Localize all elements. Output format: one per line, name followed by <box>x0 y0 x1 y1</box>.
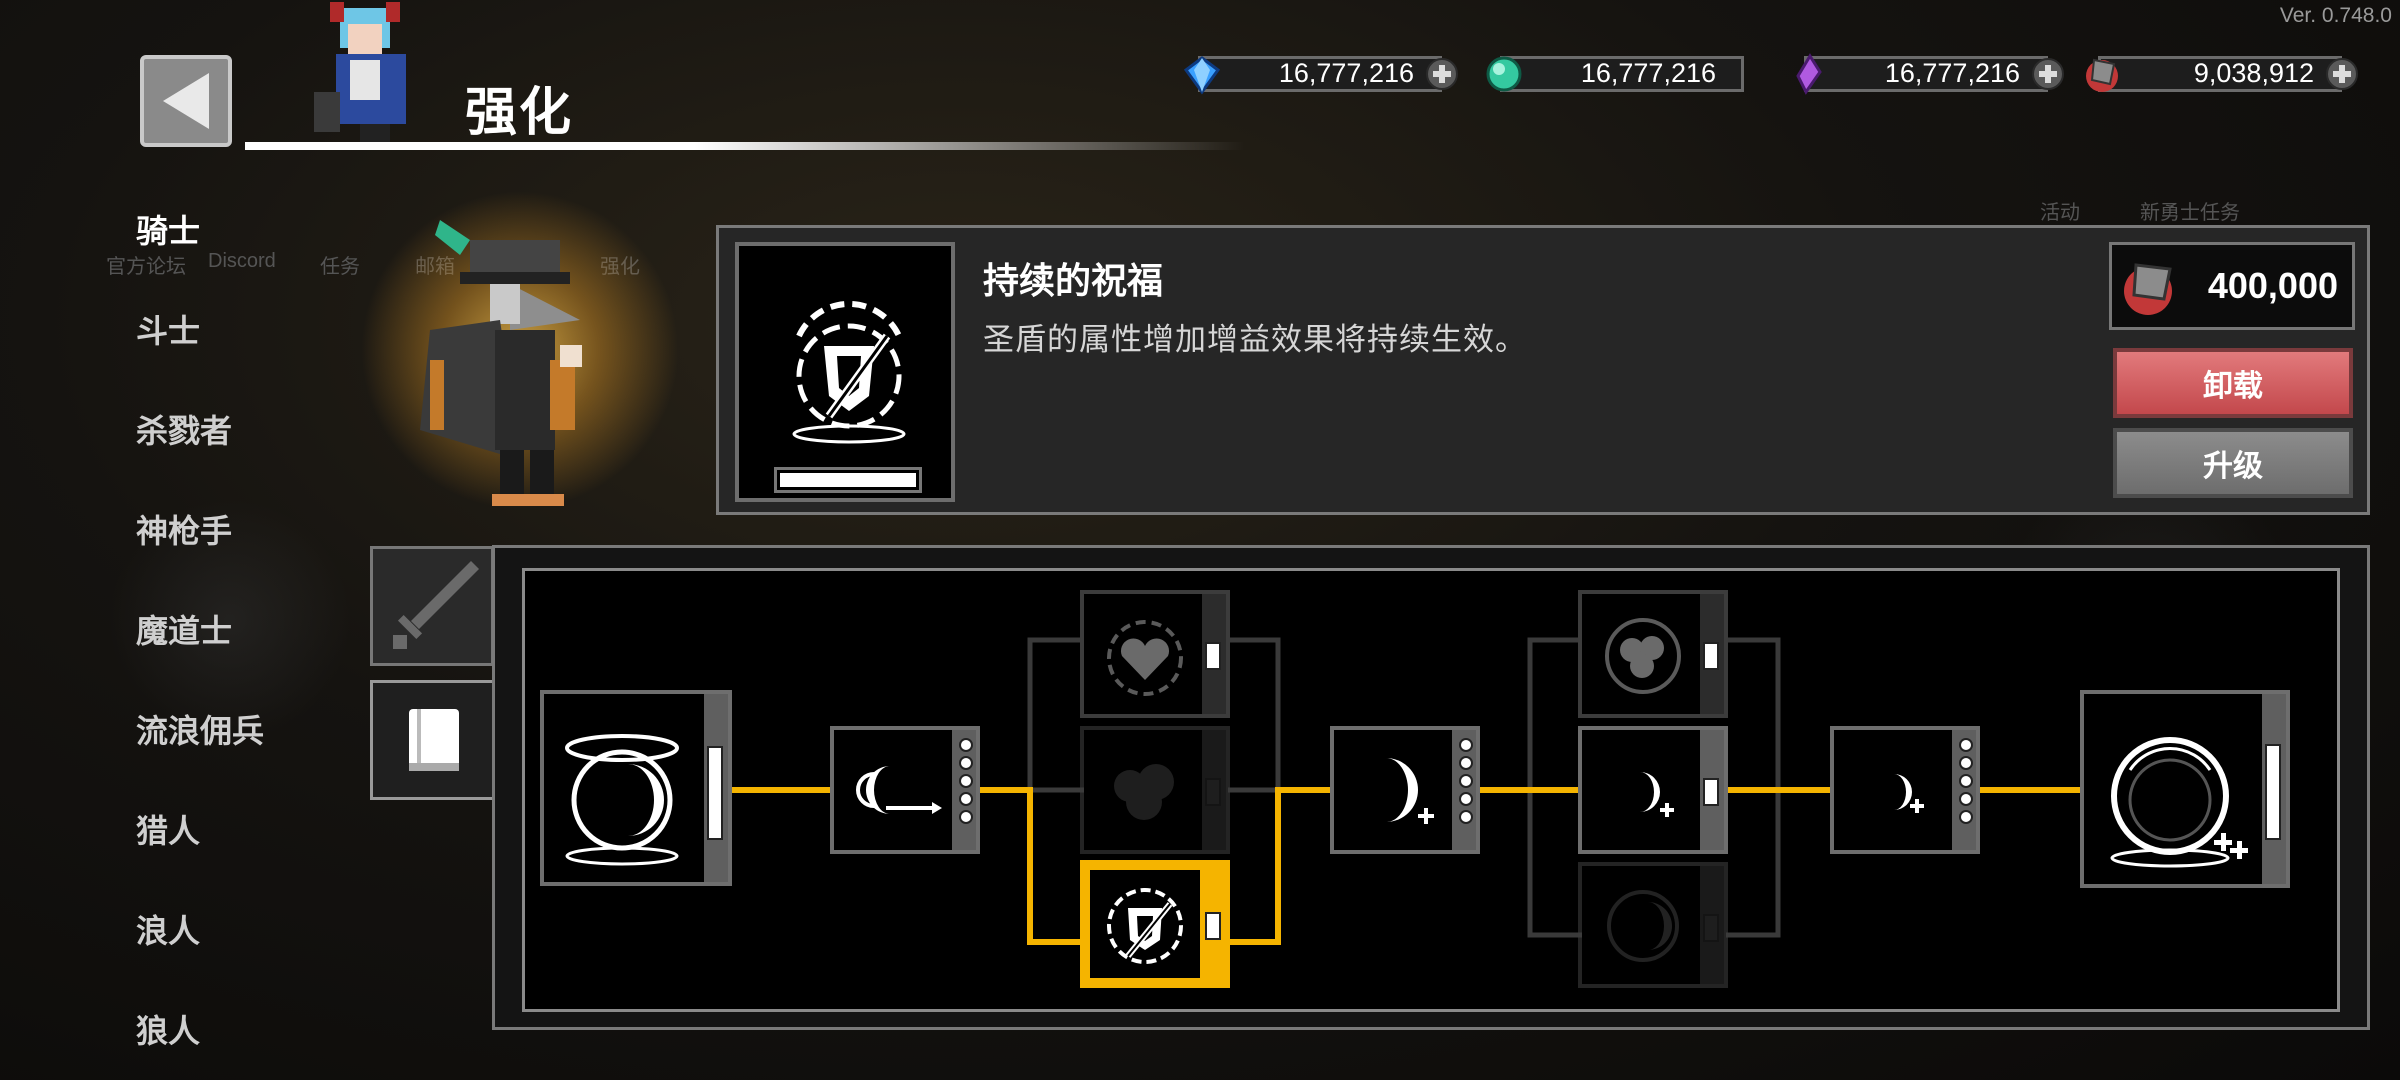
moon-orb-icon <box>565 734 679 866</box>
skill-node-moon-plus-tiny[interactable] <box>1830 726 1980 854</box>
skill-node-heart-shield[interactable] <box>1080 590 1230 718</box>
skill-node-orb-plus-plus[interactable] <box>2080 690 2290 888</box>
cloud-shield-icon <box>1114 764 1174 820</box>
moon-plus-small-icon <box>1640 772 1674 817</box>
shield-cluster-icon <box>1605 618 1681 694</box>
moon-plus-icon <box>1386 758 1434 824</box>
skill-node-moon-orb[interactable] <box>540 690 732 886</box>
skill-node-crescent-arrow[interactable] <box>830 726 980 854</box>
skill-node-moon-plus-small[interactable] <box>1578 726 1728 854</box>
crescent-arrow-icon <box>856 766 942 814</box>
skill-node-cloud-shield[interactable] <box>1080 726 1230 854</box>
skill-node-shield-cluster[interactable] <box>1578 590 1728 718</box>
shield-gloom-icon <box>1607 890 1679 962</box>
moon-plus-tiny-icon <box>1894 774 1924 813</box>
heart-shield-icon <box>1107 620 1183 696</box>
skill-node-shield-gloom[interactable] <box>1578 862 1728 988</box>
shield-blessing-icon <box>1107 888 1183 964</box>
orb-plus-plus-icon <box>2110 737 2248 868</box>
skill-node-shield-blessing[interactable] <box>1080 860 1230 988</box>
skill-node-moon-plus[interactable] <box>1330 726 1480 854</box>
